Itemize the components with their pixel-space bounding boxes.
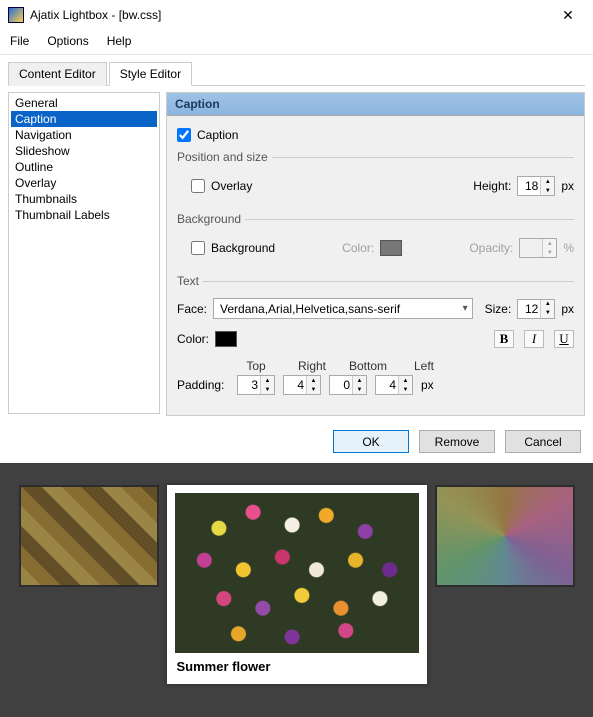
down-arrow-icon: ▼ [543, 248, 556, 257]
up-arrow-icon[interactable]: ▲ [399, 376, 412, 385]
sidebar-item-general[interactable]: General [11, 95, 157, 111]
up-arrow-icon[interactable]: ▲ [307, 376, 320, 385]
pad-left-input[interactable] [376, 376, 398, 394]
menu-help[interactable]: Help [107, 34, 132, 48]
sidebar-item-caption[interactable]: Caption [11, 111, 157, 127]
tabs: Content Editor Style Editor [8, 61, 585, 86]
pad-left-label: Left [403, 359, 445, 373]
thumbnail-left[interactable] [19, 485, 159, 587]
text-color-swatch[interactable] [215, 331, 237, 347]
pad-right-input[interactable] [284, 376, 306, 394]
italic-button[interactable]: I [524, 330, 544, 348]
up-arrow-icon[interactable]: ▲ [541, 300, 554, 309]
ok-button[interactable]: OK [333, 430, 409, 453]
pad-bottom-label: Bottom [347, 359, 389, 373]
pad-left-spinner[interactable]: ▲▼ [375, 375, 413, 395]
lightbox-preview[interactable]: Summer flower [167, 485, 427, 684]
px-label: px [421, 378, 434, 392]
up-arrow-icon: ▲ [543, 239, 556, 248]
face-value: Verdana,Arial,Helvetica,sans-serif [220, 302, 400, 316]
height-spinner[interactable]: ▲▼ [517, 176, 555, 196]
down-arrow-icon[interactable]: ▼ [541, 309, 554, 318]
bg-color-swatch [380, 240, 402, 256]
down-arrow-icon[interactable]: ▼ [541, 186, 554, 195]
sidebar: General Caption Navigation Slideshow Out… [8, 92, 160, 414]
sidebar-item-outline[interactable]: Outline [11, 159, 157, 175]
caption-checkbox[interactable] [177, 128, 191, 142]
size-label: Size: [485, 302, 512, 316]
preview-caption: Summer flower [175, 653, 419, 676]
menubar: File Options Help [0, 30, 593, 55]
preview-area: Summer flower [0, 463, 593, 717]
window-title: Ajatix Lightbox - [bw.css] [30, 8, 551, 22]
caption-checkbox-label: Caption [197, 128, 238, 142]
pad-bottom-input[interactable] [330, 376, 352, 394]
menu-file[interactable]: File [10, 34, 29, 48]
down-arrow-icon[interactable]: ▼ [261, 385, 274, 394]
sidebar-item-slideshow[interactable]: Slideshow [11, 143, 157, 159]
pad-top-label: Top [235, 359, 277, 373]
sidebar-item-thumbnail-labels[interactable]: Thumbnail Labels [11, 207, 157, 223]
dialog-buttons: OK Remove Cancel [0, 424, 593, 463]
sidebar-item-overlay[interactable]: Overlay [11, 175, 157, 191]
background-legend: Background [177, 212, 245, 226]
height-input[interactable] [518, 177, 540, 195]
thumbnail-right[interactable] [435, 485, 575, 587]
down-arrow-icon[interactable]: ▼ [399, 385, 412, 394]
px-label: px [561, 302, 574, 316]
remove-button[interactable]: Remove [419, 430, 495, 453]
pad-top-input[interactable] [238, 376, 260, 394]
padding-label: Padding: [177, 378, 229, 392]
text-group: Text Face: Verdana,Arial,Helvetica,sans-… [177, 274, 574, 397]
face-select[interactable]: Verdana,Arial,Helvetica,sans-serif ▾ [213, 298, 473, 319]
opacity-label: Opacity: [469, 241, 513, 255]
position-size-legend: Position and size [177, 150, 272, 164]
background-checkbox[interactable] [191, 241, 205, 255]
close-button[interactable]: ✕ [551, 3, 585, 27]
panel-header: Caption [167, 93, 584, 116]
chevron-down-icon: ▾ [463, 303, 468, 314]
titlebar: Ajatix Lightbox - [bw.css] ✕ [0, 0, 593, 30]
down-arrow-icon[interactable]: ▼ [353, 385, 366, 394]
app-icon [8, 7, 24, 23]
background-group: Background Background Color: Opacity: [177, 212, 574, 264]
up-arrow-icon[interactable]: ▲ [353, 376, 366, 385]
opacity-input [520, 239, 542, 257]
bold-button[interactable]: B [494, 330, 514, 348]
pad-right-label: Right [291, 359, 333, 373]
face-label: Face: [177, 302, 207, 316]
underline-button[interactable]: U [554, 330, 574, 348]
right-panel: Caption Caption Position and size Overla… [166, 92, 585, 416]
up-arrow-icon[interactable]: ▲ [541, 177, 554, 186]
pad-bottom-spinner[interactable]: ▲▼ [329, 375, 367, 395]
up-arrow-icon[interactable]: ▲ [261, 376, 274, 385]
pct-label: % [563, 241, 574, 255]
sidebar-item-navigation[interactable]: Navigation [11, 127, 157, 143]
height-label: Height: [473, 179, 511, 193]
preview-image [175, 493, 419, 653]
size-spinner[interactable]: ▲▼ [517, 299, 555, 319]
overlay-checkbox[interactable] [191, 179, 205, 193]
cancel-button[interactable]: Cancel [505, 430, 581, 453]
background-checkbox-label: Background [211, 241, 275, 255]
text-legend: Text [177, 274, 203, 288]
pad-top-spinner[interactable]: ▲▼ [237, 375, 275, 395]
down-arrow-icon[interactable]: ▼ [307, 385, 320, 394]
overlay-checkbox-label: Overlay [211, 179, 252, 193]
position-size-group: Position and size Overlay Height: ▲▼ px [177, 150, 574, 202]
tab-style-editor[interactable]: Style Editor [109, 62, 192, 86]
sidebar-item-thumbnails[interactable]: Thumbnails [11, 191, 157, 207]
menu-options[interactable]: Options [47, 34, 88, 48]
size-input[interactable] [518, 300, 540, 318]
opacity-spinner: ▲▼ [519, 238, 557, 258]
px-label: px [561, 179, 574, 193]
bg-color-label: Color: [342, 241, 374, 255]
tab-content-editor[interactable]: Content Editor [8, 62, 107, 86]
pad-right-spinner[interactable]: ▲▼ [283, 375, 321, 395]
color-label: Color: [177, 332, 209, 346]
